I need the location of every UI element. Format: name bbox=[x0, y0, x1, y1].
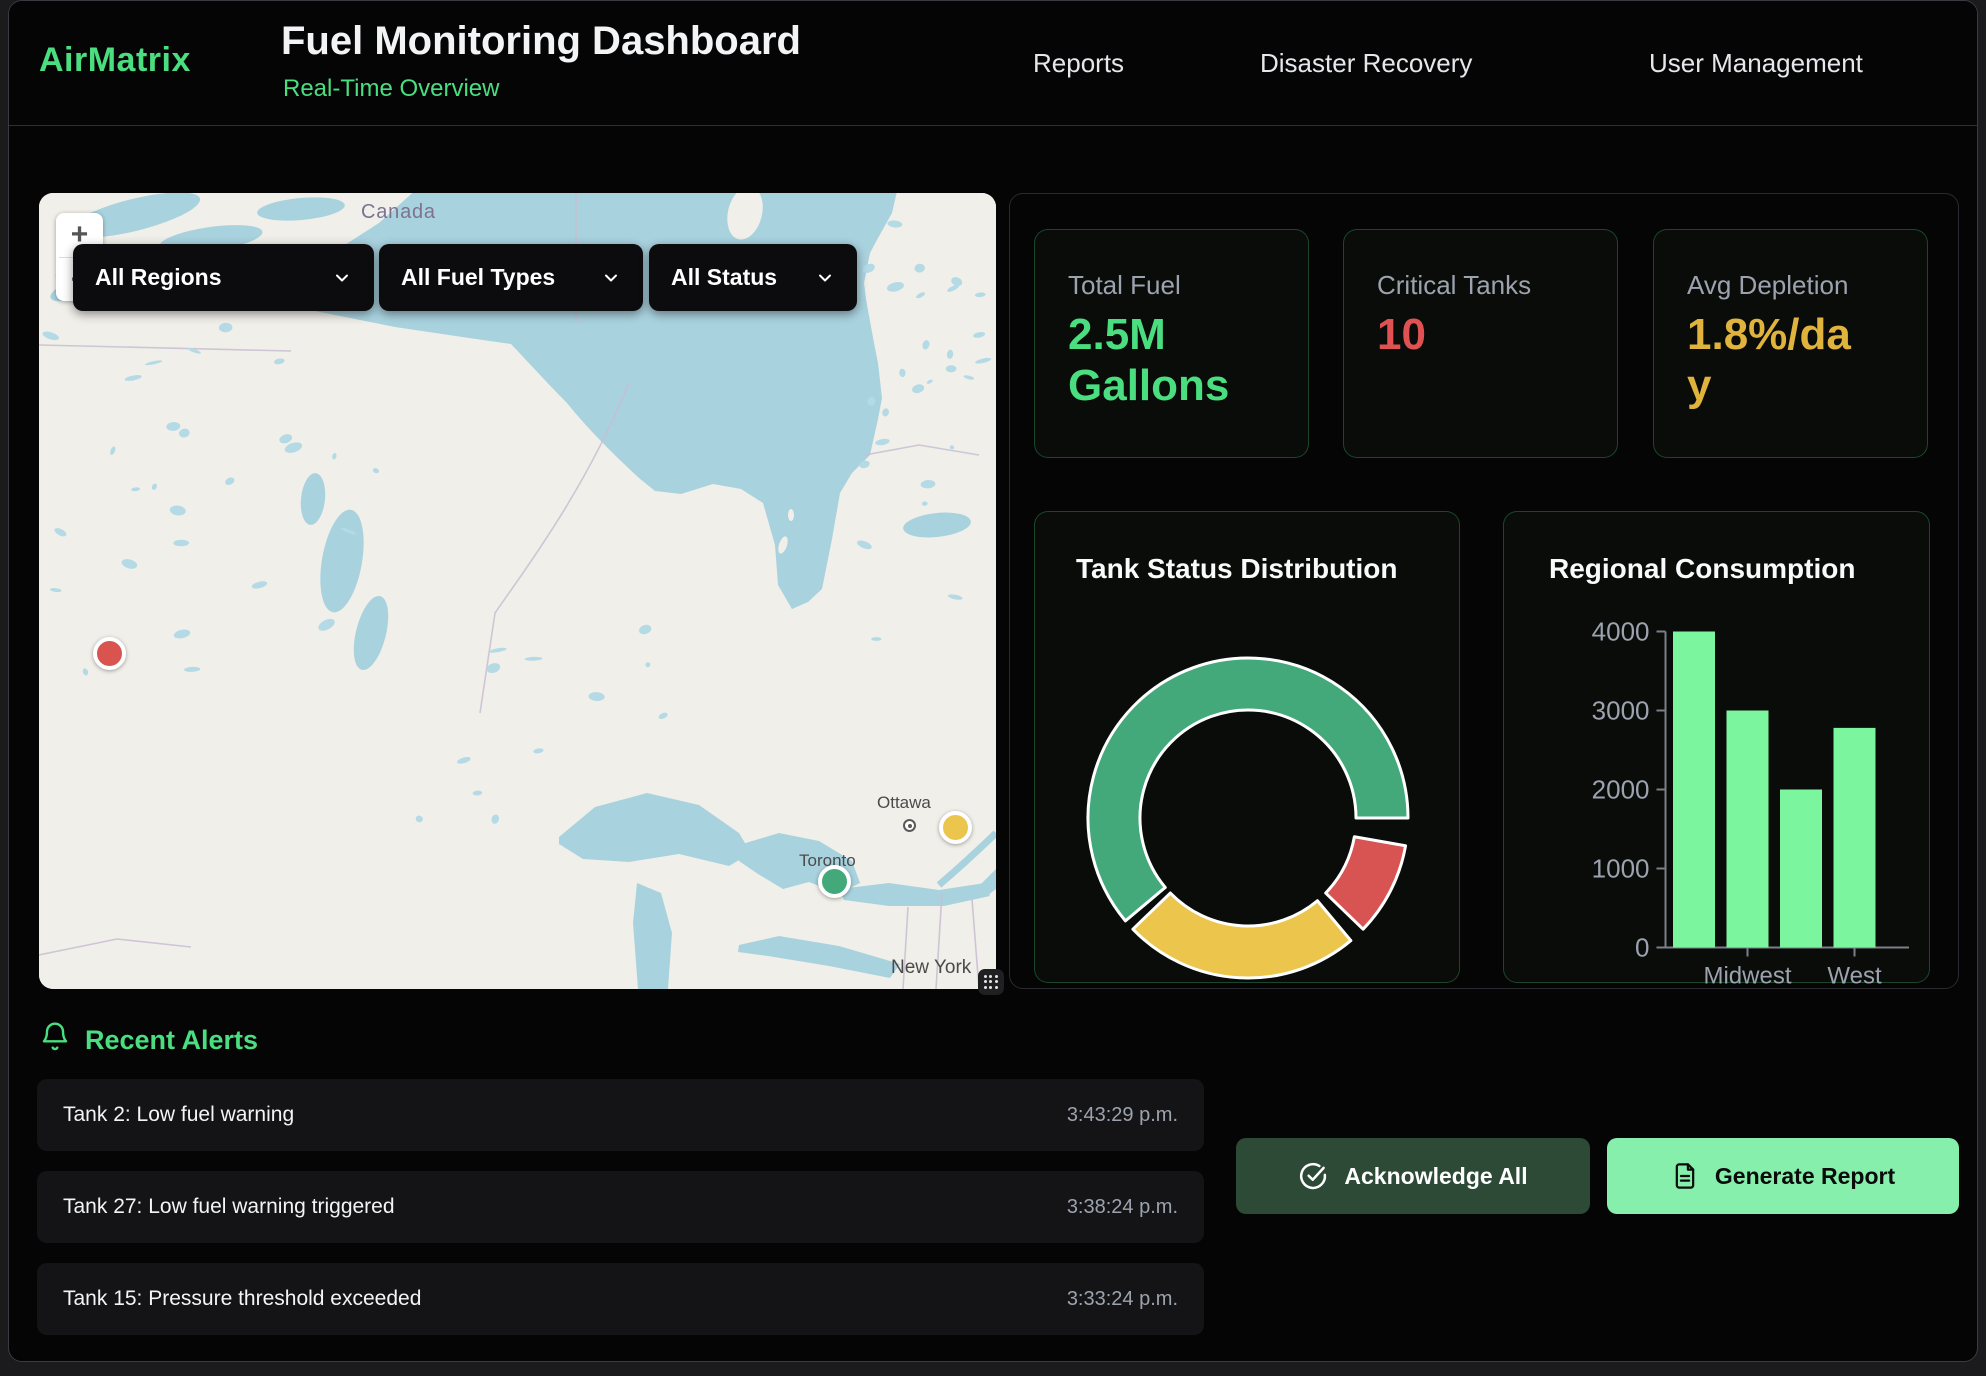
stat-value: 2.5M Gallons bbox=[1068, 309, 1268, 411]
bell-icon bbox=[39, 1021, 71, 1058]
map-marker-warning[interactable] bbox=[939, 811, 972, 844]
regional-consumption-card: Regional Consumption 0 1000 2000 3000 4000 Mi… bbox=[1503, 511, 1930, 983]
svg-text:0: 0 bbox=[1635, 933, 1649, 963]
alert-text: Tank 27: Low fuel warning triggered bbox=[63, 1195, 395, 1219]
page-title: Fuel Monitoring Dashboard bbox=[281, 19, 801, 64]
alert-time: 3:38:24 p.m. bbox=[1067, 1196, 1178, 1219]
tank-status-distribution-card: Tank Status Distribution bbox=[1034, 511, 1460, 983]
map-label-new-york: New York bbox=[891, 957, 971, 979]
nav-item-disaster-recovery[interactable]: Disaster Recovery bbox=[1260, 48, 1472, 79]
stat-label: Total Fuel bbox=[1068, 270, 1308, 301]
stat-card-avg-depletion: Avg Depletion 1.8%/day bbox=[1653, 229, 1928, 458]
bar-northeast bbox=[1673, 632, 1715, 948]
stat-card-critical-tanks: Critical Tanks 10 bbox=[1343, 229, 1618, 458]
acknowledge-all-label: Acknowledge All bbox=[1344, 1163, 1527, 1190]
alert-text: Tank 15: Pressure threshold exceeded bbox=[63, 1287, 421, 1311]
map-label-ottawa: Ottawa bbox=[877, 793, 931, 813]
status-filter-dropdown[interactable]: All Status bbox=[649, 244, 857, 311]
svg-text:Midwest: Midwest bbox=[1703, 963, 1791, 985]
alert-row[interactable]: Tank 27: Low fuel warning triggered 3:38… bbox=[37, 1171, 1204, 1243]
bar-south bbox=[1780, 790, 1822, 948]
map-label-canada: Canada bbox=[361, 201, 436, 224]
stat-card-total-fuel: Total Fuel 2.5M Gallons bbox=[1034, 229, 1309, 458]
donut-segment-warning bbox=[1133, 893, 1351, 978]
header: AirMatrix Fuel Monitoring Dashboard Real… bbox=[9, 1, 1977, 126]
chart-title: Tank Status Distribution bbox=[1076, 553, 1398, 585]
stat-value: 10 bbox=[1377, 309, 1577, 360]
brand-logo: AirMatrix bbox=[39, 41, 191, 80]
region-filter-dropdown[interactable]: All Regions bbox=[73, 244, 374, 311]
generate-report-label: Generate Report bbox=[1715, 1163, 1895, 1190]
map-marker-normal[interactable] bbox=[818, 865, 851, 898]
stat-value: 1.8%/day bbox=[1687, 309, 1865, 411]
chevron-down-icon bbox=[601, 268, 621, 288]
svg-text:2000: 2000 bbox=[1592, 775, 1650, 805]
acknowledge-all-button[interactable]: Acknowledge All bbox=[1236, 1138, 1590, 1214]
alerts-section-title: Recent Alerts bbox=[85, 1025, 258, 1056]
alert-row[interactable]: Tank 2: Low fuel warning 3:43:29 p.m. bbox=[37, 1079, 1204, 1151]
map-attribution-toggle-icon[interactable] bbox=[978, 969, 1004, 995]
generate-report-button[interactable]: Generate Report bbox=[1607, 1138, 1959, 1214]
file-text-icon bbox=[1671, 1162, 1699, 1190]
alert-row[interactable]: Tank 15: Pressure threshold exceeded 3:3… bbox=[37, 1263, 1204, 1335]
stat-label: Avg Depletion bbox=[1687, 270, 1927, 301]
fuel-type-filter-dropdown[interactable]: All Fuel Types bbox=[379, 244, 643, 311]
ottawa-city-dot bbox=[903, 819, 916, 832]
chevron-down-icon bbox=[332, 268, 352, 288]
nav-item-user-management[interactable]: User Management bbox=[1649, 48, 1863, 79]
donut-segment-critical bbox=[1326, 837, 1406, 929]
check-circle-icon bbox=[1298, 1161, 1328, 1191]
stat-label: Critical Tanks bbox=[1377, 270, 1617, 301]
nav-item-reports[interactable]: Reports bbox=[1033, 48, 1124, 79]
metrics-panel: Total Fuel 2.5M Gallons Critical Tanks 1… bbox=[1009, 193, 1959, 989]
bar-west bbox=[1834, 728, 1876, 948]
map-marker-critical[interactable] bbox=[93, 637, 126, 670]
bar-midwest bbox=[1727, 711, 1769, 948]
page-subtitle: Real-Time Overview bbox=[283, 75, 499, 103]
alert-text: Tank 2: Low fuel warning bbox=[63, 1103, 294, 1127]
chevron-down-icon bbox=[815, 268, 835, 288]
status-filter-value: All Status bbox=[671, 264, 777, 291]
svg-text:3000: 3000 bbox=[1592, 696, 1650, 726]
region-filter-value: All Regions bbox=[95, 264, 222, 291]
chart-title: Regional Consumption bbox=[1549, 553, 1855, 585]
fuel-type-filter-value: All Fuel Types bbox=[401, 264, 555, 291]
map-canvas[interactable]: Canada Ottawa Toronto New York + − All R… bbox=[39, 193, 996, 989]
alert-time: 3:33:24 p.m. bbox=[1067, 1288, 1178, 1311]
svg-text:4000: 4000 bbox=[1592, 617, 1650, 647]
svg-text:West: West bbox=[1827, 963, 1882, 985]
alert-time: 3:43:29 p.m. bbox=[1067, 1104, 1178, 1127]
svg-text:1000: 1000 bbox=[1592, 854, 1650, 884]
dashboard-window: AirMatrix Fuel Monitoring Dashboard Real… bbox=[8, 0, 1978, 1362]
